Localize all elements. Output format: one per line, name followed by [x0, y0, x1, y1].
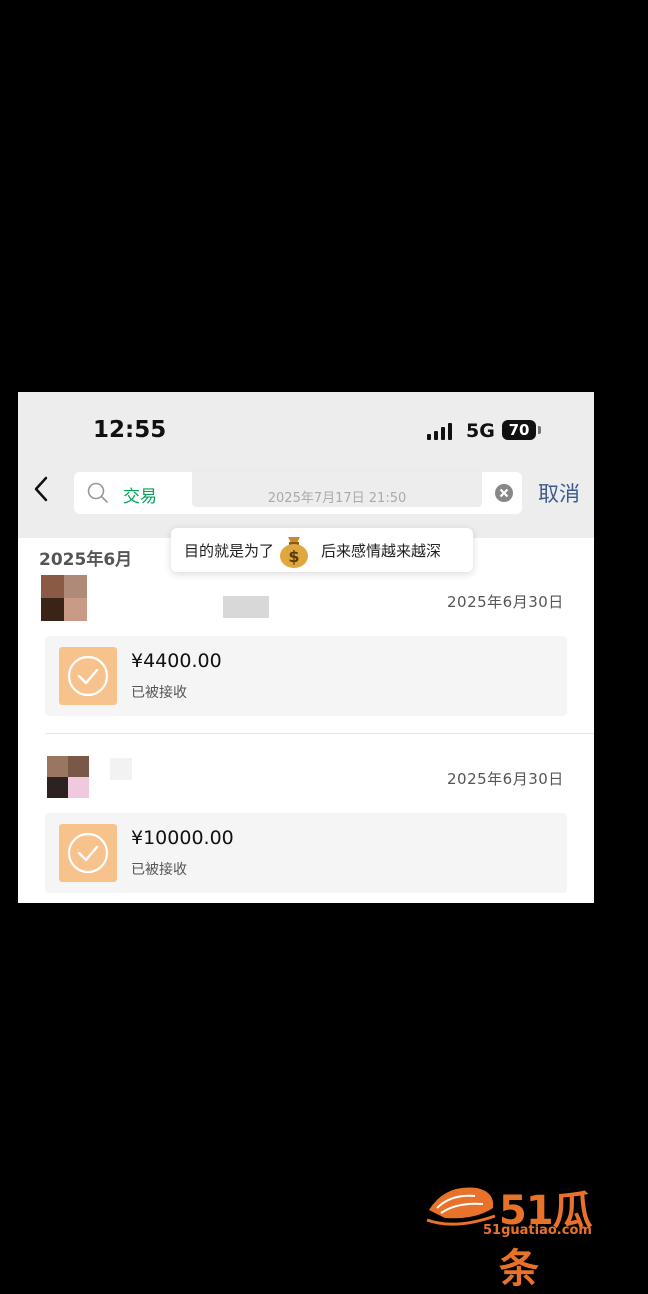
transaction-date: 2025年6月30日	[447, 770, 564, 788]
transfer-amount: ¥10000.00	[131, 827, 234, 849]
transfer-status: 已被接收	[131, 685, 187, 701]
transfer-card[interactable]: ¥10000.00 已被接收	[45, 813, 567, 893]
transaction-date: 2025年6月30日	[447, 593, 564, 611]
battery-tip	[538, 426, 541, 434]
divider	[45, 733, 594, 734]
status-time: 12:55	[93, 417, 167, 443]
avatar[interactable]	[41, 575, 87, 621]
transfer-card[interactable]: ¥4400.00 已被接收	[45, 636, 567, 716]
chat-search-screen: 12:55 5G 70 交易 取消 2025年7月17日 21:50 2025年…	[18, 392, 594, 903]
cancel-button[interactable]: 取消	[538, 478, 580, 508]
back-button[interactable]	[30, 474, 56, 504]
contact-name-redacted	[110, 758, 132, 780]
message-bubble: 目的就是为了 $ 后来感情越来越深	[171, 528, 473, 572]
search-query[interactable]: 交易	[123, 482, 157, 507]
top-bar: 12:55 5G 70 交易 取消 2025年7月17日 21:50	[18, 392, 594, 538]
bubble-text-after: 后来感情越来越深	[321, 542, 442, 560]
timestamp-text: 2025年7月17日 21:50	[267, 491, 407, 506]
watermark-logo: 51瓜条 51guatiao.com	[425, 1178, 630, 1292]
check-circle-icon	[67, 655, 109, 697]
search-icon	[87, 482, 108, 503]
signal-icon	[427, 422, 457, 440]
transfer-received-icon	[59, 647, 117, 705]
bubble-text-before: 目的就是为了	[184, 542, 275, 560]
transfer-amount: ¥4400.00	[131, 650, 222, 672]
contact-name-redacted	[223, 596, 269, 618]
transfer-status: 已被接收	[131, 862, 187, 878]
transfer-received-icon	[59, 824, 117, 882]
money-bag-icon: $	[280, 537, 308, 568]
check-circle-icon	[67, 832, 109, 874]
svg-text:$: $	[288, 547, 299, 566]
timestamp-overlay: 2025年7月17日 21:50	[192, 467, 482, 507]
avatar[interactable]	[47, 756, 89, 798]
clear-icon[interactable]	[494, 483, 514, 503]
network-type: 5G	[466, 420, 495, 442]
section-month: 2025年6月	[39, 550, 133, 570]
watermark-url: 51guatiao.com	[483, 1223, 592, 1238]
battery-icon: 70	[502, 420, 536, 440]
chevron-left-icon	[34, 476, 48, 502]
